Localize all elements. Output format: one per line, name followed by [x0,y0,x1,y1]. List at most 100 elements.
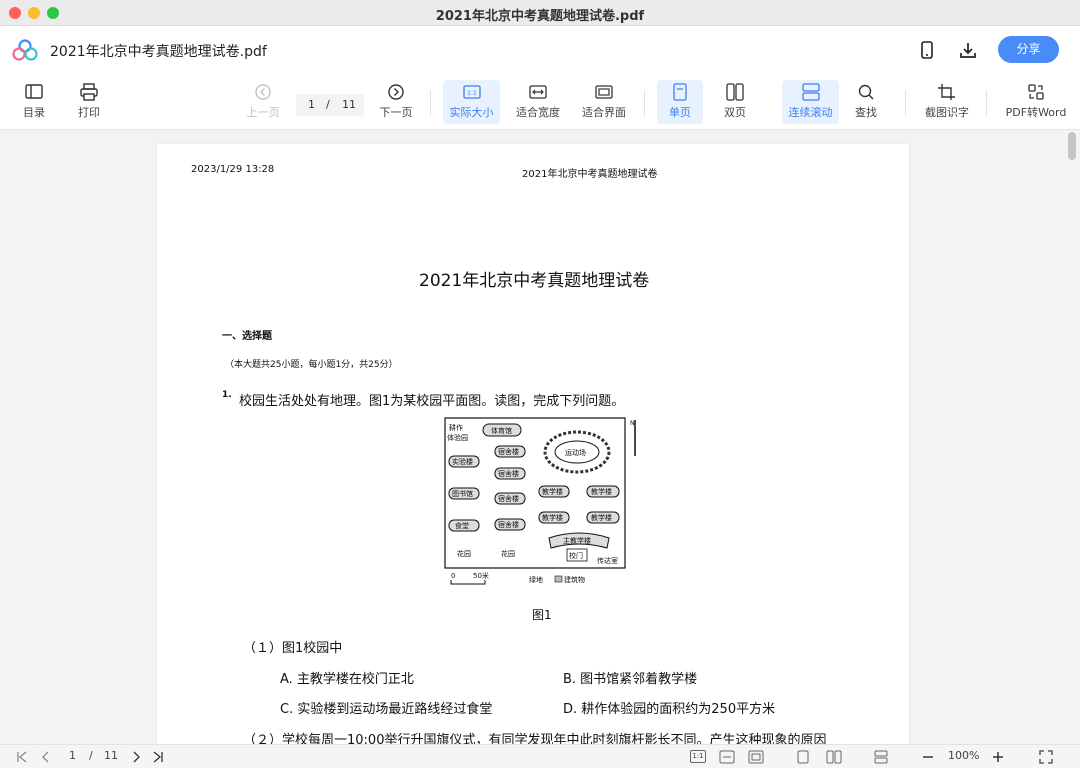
toolbar: 目录 打印 上一页 1 / 11 下一页 1:1 实际大小 适合宽度 适合界面 … [0,74,1080,130]
continuous-scroll-icon[interactable] [874,750,888,764]
share-button[interactable]: 分享 [998,36,1059,63]
toolbar-divider [644,90,645,116]
next-page-icon[interactable] [130,751,142,763]
search-button[interactable]: 查找 [846,80,886,124]
svg-text:N: N [630,420,635,427]
pdf-to-word-label: PDF转Word [1005,106,1067,119]
status-current-page[interactable]: 1 [69,749,76,762]
window-titlebar: 2021年北京中考真题地理试卷.pdf [0,0,1080,26]
window-title: 2021年北京中考真题地理试卷.pdf [435,9,645,24]
svg-text:0: 0 [451,572,455,580]
continuous-scroll-button[interactable]: 连续滚动 [782,80,839,124]
svg-text:教学楼: 教学楼 [591,487,612,496]
prev-page-icon [255,84,271,100]
svg-text:校门: 校门 [569,551,583,560]
phone-icon[interactable] [917,40,937,60]
svg-text:宿舍楼: 宿舍楼 [498,447,519,456]
prev-page-button[interactable]: 上一页 [243,80,283,124]
svg-text:50米: 50米 [473,571,489,580]
svg-text:花园: 花园 [457,549,471,558]
pdf-to-word-icon [1028,84,1044,100]
double-page-button[interactable]: 双页 [713,80,757,124]
single-page-button[interactable]: 单页 [657,80,703,124]
crop-ocr-label: 截图识字 [925,106,969,119]
svg-text:宿舍楼: 宿舍楼 [498,469,519,478]
toolbar-divider [986,90,987,116]
vertical-scrollbar[interactable] [1068,132,1076,160]
double-page-icon[interactable] [826,750,842,764]
fit-width-icon [529,85,547,99]
single-page-icon[interactable] [797,750,809,764]
svg-text:宿舍楼: 宿舍楼 [498,520,519,529]
fit-page-button[interactable]: 适合界面 [578,80,630,124]
pdf-to-word-button[interactable]: PDF转Word [1002,80,1070,124]
logo-icon [12,39,38,61]
fullscreen-icon[interactable] [1039,750,1053,764]
toolbar-divider [905,90,906,116]
actual-size-icon[interactable]: 1:1 [690,750,706,763]
next-page-icon [388,84,404,100]
actual-size-icon: 1:1 [462,85,481,99]
svg-text:体育馆: 体育馆 [491,426,512,435]
first-page-icon[interactable] [16,751,28,763]
continuous-scroll-icon [801,83,820,101]
crop-ocr-button[interactable]: 截图识字 [920,80,974,124]
print-icon [80,83,98,101]
last-page-icon[interactable] [152,751,164,763]
fit-page-icon[interactable] [748,750,764,764]
svg-text:图书馆: 图书馆 [452,489,473,498]
toc-icon [25,84,43,99]
status-bar: 1 / 11 1:1 100% [0,744,1080,768]
search-label: 查找 [855,106,877,119]
zoom-level[interactable]: 100% [948,749,979,762]
campus-map-figure: N 耕作 体验园 体育馆 运动场 宿舍楼 实验楼 宿舍楼 图书馆 宿舍楼 教学楼… [444,417,636,585]
svg-text:体验园: 体验园 [447,433,468,442]
status-total-pages: 11 [104,749,118,762]
next-page-label: 下一页 [379,106,413,119]
continuous-scroll-label: 连续滚动 [788,106,833,119]
svg-text:主教学楼: 主教学楼 [563,536,591,545]
next-page-button[interactable]: 下一页 [376,80,416,124]
prev-page-icon[interactable] [40,751,52,763]
search-icon [858,84,874,100]
zoom-out-icon[interactable] [922,751,934,763]
page-header-date: 2023/1/29 13:28 [191,164,275,175]
document-viewer[interactable]: 2023/1/29 13:28 2021年北京中考真题地理试卷 2021年北京中… [0,130,1080,744]
toc-button[interactable]: 目录 [14,80,54,124]
option-a: A. 主教学楼在校门正北 [280,672,414,687]
fit-page-label: 适合界面 [582,106,626,119]
zoom-in-icon[interactable] [992,751,1004,763]
question-1-text: 校园生活处处有地理。图1为某校园平面图。读图，完成下列问题。 [239,394,625,409]
document-name: 2021年北京中考真题地理试卷.pdf [50,44,267,60]
svg-text:绿地: 绿地 [529,575,543,584]
page-header-title: 2021年北京中考真题地理试卷 [522,169,658,180]
svg-text:宿舍楼: 宿舍楼 [498,494,519,503]
current-page: 1 [308,98,315,111]
option-c: C. 实验楼到运动场最近路线经过食堂 [280,702,493,717]
exam-title: 2021年北京中考真题地理试卷 [419,271,650,291]
page-number-input[interactable]: 1 / 11 [296,94,364,116]
fit-width-label: 适合宽度 [516,106,560,119]
actual-size-button[interactable]: 1:1 实际大小 [443,80,500,124]
print-label: 打印 [78,106,100,119]
svg-text:传达室: 传达室 [597,556,618,565]
download-icon[interactable] [958,40,978,60]
option-d: D. 耕作体验园的面积约为250平方米 [563,702,776,717]
double-page-icon [726,83,744,101]
svg-text:实验楼: 实验楼 [452,457,473,466]
section-heading: 一、选择题 [222,331,272,342]
svg-text:教学楼: 教学楼 [542,513,563,522]
fit-width-icon[interactable] [719,750,735,764]
svg-text:教学楼: 教学楼 [591,513,612,522]
print-button[interactable]: 打印 [69,80,109,124]
svg-text:耕作: 耕作 [449,423,463,432]
option-b: B. 图书馆紧邻着教学楼 [563,672,698,687]
pdf-page: 2023/1/29 13:28 2021年北京中考真题地理试卷 2021年北京中… [157,144,909,744]
page-separator: / [326,98,330,111]
fit-width-button[interactable]: 适合宽度 [512,80,564,124]
svg-text:食堂: 食堂 [455,521,469,530]
toolbar-divider [430,90,431,116]
svg-text:花园: 花园 [501,549,515,558]
sub-question-1: （１）图1校园中 [243,641,343,656]
svg-text:教学楼: 教学楼 [542,487,563,496]
